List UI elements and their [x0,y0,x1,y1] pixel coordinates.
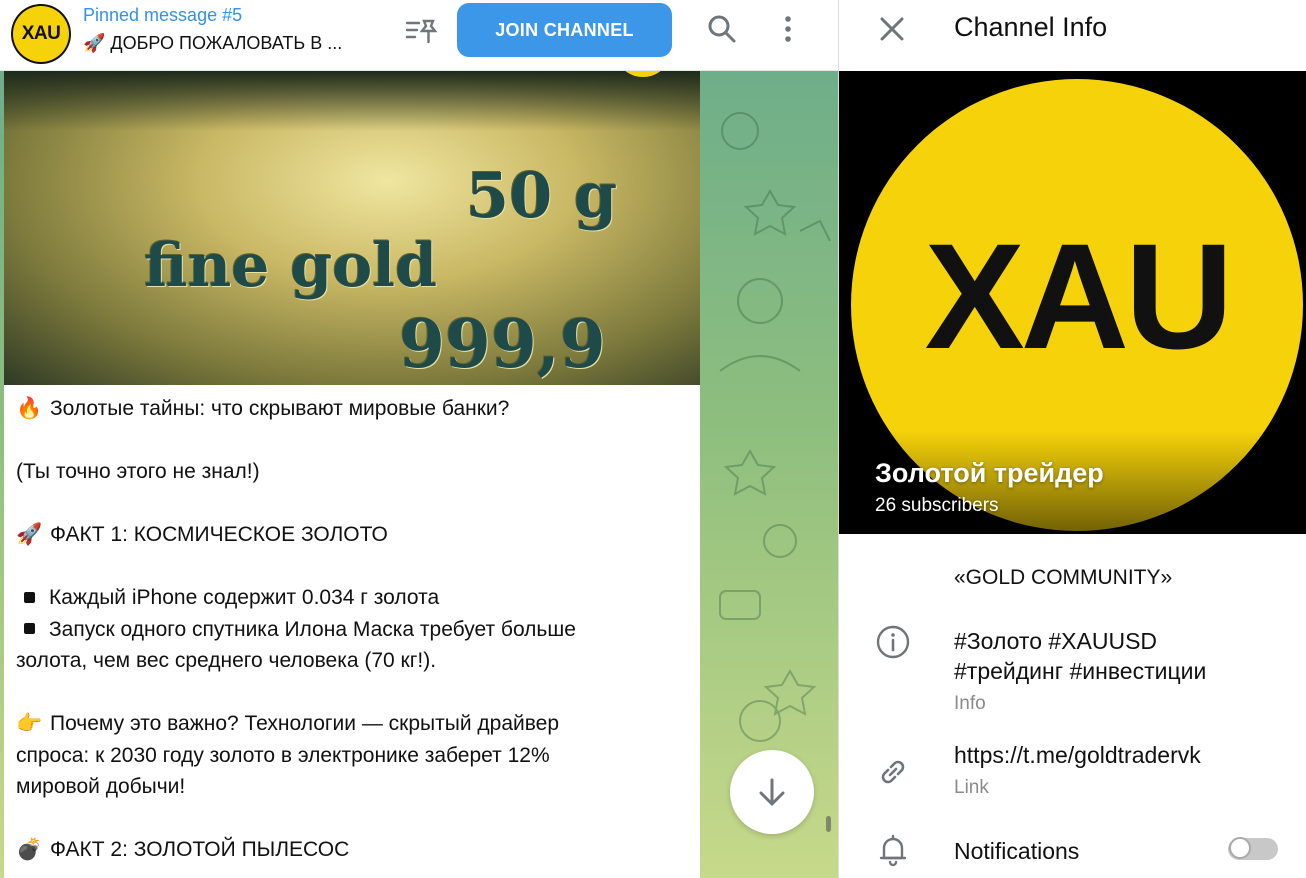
bomb-icon: 💣 [16,838,43,861]
notifications-toggle[interactable] [1228,837,1278,860]
message-line: спроса: к 2030 году золото в электронике… [16,743,550,767]
scroll-to-bottom-button[interactable] [730,750,814,834]
toggle-knob [1229,837,1251,859]
pinned-message-text[interactable]: 🚀 ДОБРО ПОЖАЛОВАТЬ В ... [83,33,342,54]
channel-cover[interactable]: XAU Золотой трейдер 26 subscribers [839,71,1306,534]
chat-header: XAU Pinned message #5 🚀 ДОБРО ПОЖАЛОВАТЬ… [0,0,838,71]
fire-icon: 🔥 [16,397,43,420]
arrow-down-icon [759,778,785,806]
info-icon [876,625,910,659]
message-line: 💣 ФАКТ 2: ЗОЛОТОЙ ПЫЛЕСОС [16,834,688,866]
photo-engraving-fine-gold: fine gold [144,231,438,301]
photo-engraving-weight: 50 g [466,159,618,232]
link-icon [881,760,905,784]
channel-name: Золотой трейдер [875,458,1104,488]
message-line: золота, чем вес среднего человека (70 кг… [16,649,437,672]
avatar-text: XAU [13,6,69,62]
pin-list-icon[interactable] [404,15,440,45]
message-line: 👉 Почему это важно? Технологии — скрытый … [16,708,688,740]
channel-avatar[interactable]: XAU [11,4,71,64]
panel-title: Channel Info [954,12,1108,42]
bullet-square-icon [24,623,35,635]
channel-info-panel: Channel Info XAU Золотой трейдер 26 subs… [838,0,1306,878]
info-hashtags-line1[interactable]: #Золото #XAUUSD [954,626,1157,656]
close-icon[interactable] [877,14,907,44]
message-line: (Ты точно этого не знал!) [16,460,260,483]
search-icon[interactable] [706,13,738,45]
message-line: 🔥 Золотые тайны: что скрывают мировые бан… [16,393,688,425]
link-label: Link [954,777,989,798]
rocket-icon: 🚀 [16,523,43,546]
join-channel-button[interactable]: JOIN CHANNEL [457,3,672,57]
message-line: 🚀 ФАКТ 1: КОСМИЧЕСКОЕ ЗОЛОТО [16,519,688,551]
message-photo[interactable]: 50 g fine gold 999,9 [4,71,700,385]
message-line: Каждый iPhone содержит 0.034 г золота [16,582,688,614]
message-line: мировой добычи! [16,775,186,798]
channel-description: «GOLD COMMUNITY» [954,566,1173,589]
photo-engraving-purity: 999,9 [399,305,606,383]
bullet-square-icon [24,591,35,603]
channel-logo-text: XAU [924,212,1234,380]
channel-link[interactable]: https://t.me/goldtradervk [954,740,1201,770]
chat-area[interactable]: 50 g fine gold 999,9 🔥 Золотые тайны: что… [0,71,838,878]
message-line: Запуск одного спутника Илона Маска требу… [16,614,688,646]
notifications-label: Notifications [954,838,1080,864]
chat-scrollbar[interactable] [826,816,831,832]
pinned-message-title[interactable]: Pinned message #5 [83,5,242,26]
info-hashtags-line2[interactable]: #трейдинг #инвестиции [954,656,1206,686]
pointing-hand-icon: 👉 [16,712,43,735]
message-text: 🔥 Золотые тайны: что скрывают мировые бан… [16,393,688,866]
subscriber-count: 26 subscribers [875,495,999,516]
message-bubble[interactable]: 50 g fine gold 999,9 🔥 Золотые тайны: что… [4,71,700,878]
bell-icon [879,834,907,867]
more-vertical-icon[interactable] [775,12,801,46]
info-label: Info [954,693,986,714]
